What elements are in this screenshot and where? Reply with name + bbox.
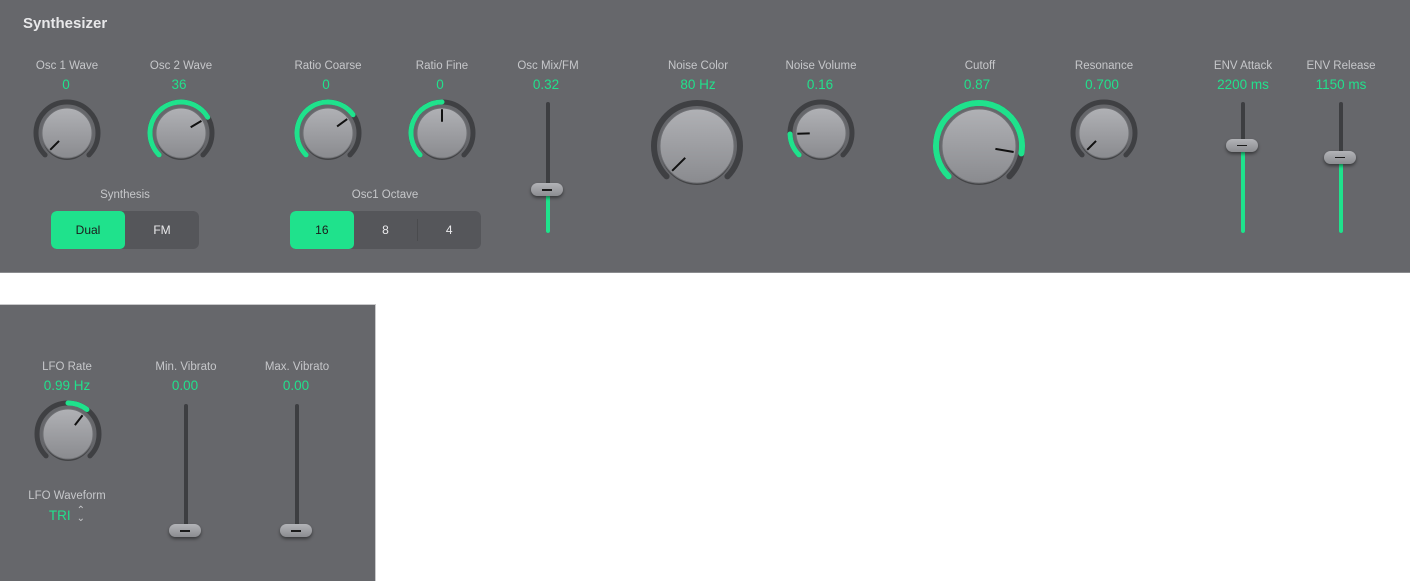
lfo-waveform-selector[interactable]: TRI ⌃⌄: [49, 507, 85, 523]
octave-option-16[interactable]: 16: [290, 211, 354, 249]
osc1-octave-selector: 16 8 4: [290, 211, 481, 249]
ratio-fine-value: 0: [380, 77, 500, 92]
max-vibrato-value: 0.00: [236, 378, 356, 393]
octave-option-8[interactable]: 8: [354, 211, 418, 249]
slider-handle[interactable]: [1324, 151, 1356, 164]
up-down-chevron-icon: ⌃⌄: [77, 507, 85, 523]
ratio-fine-label: Ratio Fine: [382, 60, 502, 72]
env-release-label: ENV Release: [1281, 60, 1401, 72]
slider-fill: [1339, 157, 1343, 233]
synthesis-option-fm[interactable]: FM: [125, 211, 199, 249]
min-vibrato-slider[interactable]: [169, 402, 203, 537]
ratio-coarse-value: 0: [266, 77, 386, 92]
osc2-wave-label: Osc 2 Wave: [121, 60, 241, 72]
ratio-fine-knob[interactable]: [405, 96, 479, 170]
lfo-rate-label: LFO Rate: [7, 361, 127, 373]
osc-mix-label: Osc Mix/FM: [488, 60, 608, 72]
osc1-wave-value: 0: [6, 77, 126, 92]
cutoff-knob[interactable]: [930, 97, 1028, 195]
lfo-waveform-label: LFO Waveform: [7, 490, 127, 502]
cutoff-label: Cutoff: [920, 60, 1040, 72]
resonance-value: 0.700: [1042, 77, 1162, 92]
ratio-coarse-knob[interactable]: [291, 96, 365, 170]
noise-volume-knob[interactable]: [784, 96, 858, 170]
lfo-rate-value: 0.99 Hz: [7, 378, 127, 393]
knob-value-arc: [68, 403, 87, 410]
slider-track: [295, 404, 299, 535]
slider-handle[interactable]: [531, 183, 563, 196]
noise-color-value: 80 Hz: [638, 77, 758, 92]
resonance-label: Resonance: [1044, 60, 1164, 72]
slider-fill: [1241, 145, 1245, 233]
synthesis-option-dual[interactable]: Dual: [51, 211, 125, 249]
slider-handle[interactable]: [280, 524, 312, 537]
min-vibrato-label: Min. Vibrato: [126, 361, 246, 373]
noise-volume-value: 0.16: [760, 77, 880, 92]
slider-track: [184, 404, 188, 535]
knob-cap: [156, 108, 206, 158]
octave-option-4[interactable]: 4: [417, 211, 481, 249]
synthesis-label: Synthesis: [65, 189, 185, 201]
lfo-rate-knob[interactable]: [31, 397, 105, 471]
env-release-value: 1150 ms: [1281, 77, 1401, 92]
noise-color-label: Noise Color: [638, 60, 758, 72]
min-vibrato-value: 0.00: [125, 378, 245, 393]
separator: [417, 219, 418, 241]
slider-handle[interactable]: [1226, 139, 1258, 152]
synthesizer-panel: Synthesizer Osc 1 Wave 0 Osc 2 Wave 36 R…: [0, 0, 1410, 273]
knob-cap: [942, 109, 1016, 183]
resonance-knob[interactable]: [1067, 96, 1141, 170]
max-vibrato-label: Max. Vibrato: [237, 361, 357, 373]
octave-option-4-label: 4: [446, 223, 453, 237]
panel-title: Synthesizer: [23, 15, 107, 32]
noise-volume-label: Noise Volume: [761, 60, 881, 72]
osc-mix-slider[interactable]: [531, 100, 565, 235]
knob-cap: [43, 409, 93, 459]
knob-cap: [42, 108, 92, 158]
osc1-wave-knob[interactable]: [30, 96, 104, 170]
osc2-wave-value: 36: [119, 77, 239, 92]
knob-cap: [303, 108, 353, 158]
synthesis-selector: Dual FM: [51, 211, 199, 249]
env-attack-slider[interactable]: [1226, 100, 1260, 235]
osc1-octave-label: Osc1 Octave: [325, 189, 445, 201]
knob-cap: [660, 109, 734, 183]
max-vibrato-slider[interactable]: [280, 402, 314, 537]
osc-mix-value: 0.32: [486, 77, 606, 92]
osc1-wave-label: Osc 1 Wave: [7, 60, 127, 72]
ratio-coarse-label: Ratio Coarse: [268, 60, 388, 72]
env-release-slider[interactable]: [1324, 100, 1358, 235]
cutoff-value: 0.87: [917, 77, 1037, 92]
lfo-waveform-value: TRI: [49, 508, 71, 523]
knob-cap: [1079, 108, 1129, 158]
slider-handle[interactable]: [169, 524, 201, 537]
osc2-wave-knob[interactable]: [144, 96, 218, 170]
noise-color-knob[interactable]: [648, 97, 746, 195]
